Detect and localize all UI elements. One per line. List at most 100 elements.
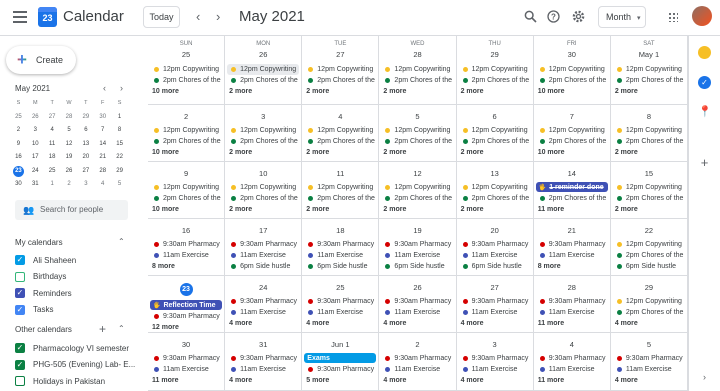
calendar-event[interactable]: 9:30am Pharmacy xyxy=(534,296,608,307)
day-cell[interactable]: 8 12pm Copywriting 2pm Chores of the 2 more xyxy=(610,105,688,162)
more-events-link[interactable]: 2 more xyxy=(379,147,455,158)
day-cell[interactable]: 26 9:30am Pharmacy 11am Exercise 4 more xyxy=(379,276,457,333)
calendar-checkbox[interactable]: ✓ xyxy=(15,304,25,315)
mini-day[interactable]: 30 xyxy=(10,178,27,192)
calendar-event[interactable]: 12pm Copywriting xyxy=(457,64,531,75)
day-cell[interactable]: SAT May 1 12pm Copywriting 2pm Chores of th… xyxy=(610,36,688,105)
calendar-event[interactable]: 11am Exercise xyxy=(225,307,299,318)
main-menu-icon[interactable] xyxy=(13,11,27,23)
calendar-event[interactable]: 2pm Chores of the xyxy=(379,193,453,204)
get-addons-icon[interactable]: + xyxy=(698,156,711,169)
day-cell[interactable]: 18 9:30am Pharmacy 11am Exercise 6pm Side h… xyxy=(302,219,380,276)
day-cell[interactable]: 19 9:30am Pharmacy 11am Exercise 6pm Side h… xyxy=(379,219,457,276)
mini-day[interactable]: 4 xyxy=(94,178,111,192)
day-number[interactable]: 31 xyxy=(225,340,301,349)
calendar-event[interactable]: 9:30am Pharmacy xyxy=(148,311,222,322)
help-icon[interactable]: ? xyxy=(547,10,560,26)
calendar-event[interactable]: 11am Exercise xyxy=(534,307,608,318)
day-number[interactable]: 13 xyxy=(457,169,533,178)
calendar-event[interactable]: 12pm Copywriting xyxy=(225,182,299,193)
day-cell[interactable]: 21 9:30am Pharmacy 11am Exercise 8 more xyxy=(533,219,611,276)
day-cell[interactable]: 30 9:30am Pharmacy 11am Exercise 11 more xyxy=(148,333,226,391)
calendar-event[interactable]: 9:30am Pharmacy xyxy=(534,239,608,250)
more-events-link[interactable]: 2 more xyxy=(225,204,301,215)
more-events-link[interactable]: 11 more xyxy=(534,318,610,329)
create-button[interactable]: + Create xyxy=(6,46,76,74)
calendar-event[interactable]: 12pm Copywriting xyxy=(457,182,531,193)
day-number[interactable]: May 1 xyxy=(611,50,687,59)
calendar-event[interactable]: 12pm Copywriting xyxy=(611,182,685,193)
calendar-event[interactable]: 6pm Side hustle xyxy=(379,261,453,272)
more-events-link[interactable]: 8 more xyxy=(148,261,224,272)
mini-day[interactable]: 31 xyxy=(27,178,44,192)
calendar-item[interactable]: ✓ PHG-505 (Evening) Lab- E... xyxy=(15,357,145,374)
day-cell[interactable]: 11 12pm Copywriting 2pm Chores of the 2 mor… xyxy=(302,162,380,219)
settings-gear-icon[interactable] xyxy=(572,10,585,26)
mini-day[interactable]: 20 xyxy=(77,151,94,165)
day-number[interactable]: 3 xyxy=(225,112,301,121)
more-events-link[interactable]: 2 more xyxy=(225,86,301,97)
calendar-event[interactable]: 11am Exercise xyxy=(534,364,608,375)
more-events-link[interactable]: 10 more xyxy=(534,86,610,97)
calendar-event[interactable]: 9:30am Pharmacy xyxy=(148,353,222,364)
day-cell[interactable]: 24 9:30am Pharmacy 11am Exercise 4 more xyxy=(225,276,303,333)
day-cell[interactable]: 23 🖐 Reflection Time 9:30am Pharmacy 12 more xyxy=(148,276,226,333)
mini-day[interactable]: 22 xyxy=(111,151,128,165)
calendar-checkbox[interactable]: ✓ xyxy=(15,255,25,266)
calendar-event[interactable]: 9:30am Pharmacy xyxy=(225,296,299,307)
day-number[interactable]: 28 xyxy=(379,50,455,59)
calendar-event[interactable]: Exams xyxy=(304,353,377,363)
mini-day[interactable]: 21 xyxy=(94,151,111,165)
day-number[interactable]: 15 xyxy=(611,169,687,178)
mini-day[interactable]: 10 xyxy=(27,138,44,152)
mini-day[interactable]: 9 xyxy=(10,138,27,152)
maps-icon[interactable]: 📍 xyxy=(698,106,712,119)
day-cell[interactable]: 28 9:30am Pharmacy 11am Exercise 11 more xyxy=(533,276,611,333)
more-events-link[interactable]: 2 more xyxy=(302,204,378,215)
mini-day[interactable]: 15 xyxy=(111,138,128,152)
calendar-event[interactable]: 12pm Copywriting xyxy=(611,296,685,307)
calendar-event[interactable]: 2pm Chores of the xyxy=(534,193,608,204)
calendar-event[interactable]: 12pm Copywriting xyxy=(611,239,685,250)
more-events-link[interactable]: 2 more xyxy=(457,204,533,215)
calendar-event[interactable]: 11am Exercise xyxy=(225,250,299,261)
day-cell[interactable]: 16 9:30am Pharmacy 11am Exercise 8 more xyxy=(148,219,226,276)
more-events-link[interactable]: 4 more xyxy=(457,318,533,329)
more-events-link[interactable]: 11 more xyxy=(534,375,610,386)
calendar-event[interactable]: 9:30am Pharmacy xyxy=(457,296,531,307)
account-avatar[interactable] xyxy=(692,6,712,26)
calendar-event[interactable]: 12pm Copywriting xyxy=(379,182,453,193)
mini-day[interactable]: 17 xyxy=(27,151,44,165)
mini-day[interactable]: 24 xyxy=(27,165,44,179)
calendar-event[interactable]: 11am Exercise xyxy=(148,364,222,375)
calendar-event[interactable]: 12pm Copywriting xyxy=(227,64,300,75)
day-cell[interactable]: 15 12pm Copywriting 2pm Chores of the 2 mor… xyxy=(610,162,688,219)
calendar-event[interactable]: 🖐 Reflection Time xyxy=(150,300,223,310)
calendar-checkbox[interactable]: ✓ xyxy=(15,359,25,370)
day-number[interactable]: 20 xyxy=(457,226,533,235)
calendar-event[interactable]: 11am Exercise xyxy=(225,364,299,375)
calendar-item[interactable]: Birthdays xyxy=(15,269,145,286)
calendar-event[interactable]: 9:30am Pharmacy xyxy=(148,239,222,250)
calendar-checkbox[interactable] xyxy=(15,271,25,282)
mini-day[interactable]: 29 xyxy=(77,111,94,125)
calendar-event[interactable]: 12pm Copywriting xyxy=(148,125,222,136)
calendar-event[interactable]: 2pm Chores of the xyxy=(611,193,685,204)
day-number[interactable]: 26 xyxy=(379,283,455,292)
more-events-link[interactable]: 2 more xyxy=(225,147,301,158)
calendar-event[interactable]: 12pm Copywriting xyxy=(611,64,685,75)
calendar-event[interactable]: 9:30am Pharmacy xyxy=(457,353,531,364)
calendar-item[interactable]: ✓ Reminders xyxy=(15,285,145,302)
mini-day[interactable]: 2 xyxy=(10,124,27,138)
calendar-event[interactable]: 11am Exercise xyxy=(534,250,608,261)
mini-day[interactable]: 29 xyxy=(111,165,128,179)
mini-day[interactable]: 5 xyxy=(61,124,78,138)
add-other-calendar-icon[interactable]: + xyxy=(99,322,106,336)
day-cell[interactable]: 31 9:30am Pharmacy 11am Exercise 4 more xyxy=(225,333,303,391)
day-number[interactable]: 3 xyxy=(457,340,533,349)
calendar-item[interactable]: ✓ Pharmacology VI semester xyxy=(15,340,145,357)
day-cell[interactable]: 22 12pm Copywriting 2pm Chores of the 6pm S… xyxy=(610,219,688,276)
day-cell[interactable]: SUN 25 12pm Copywriting 2pm Chores of the 10… xyxy=(148,36,226,105)
day-cell[interactable]: WED 28 12pm Copywriting 2pm Chores of the 2 … xyxy=(379,36,457,105)
calendar-event[interactable]: 9:30am Pharmacy xyxy=(611,353,685,364)
